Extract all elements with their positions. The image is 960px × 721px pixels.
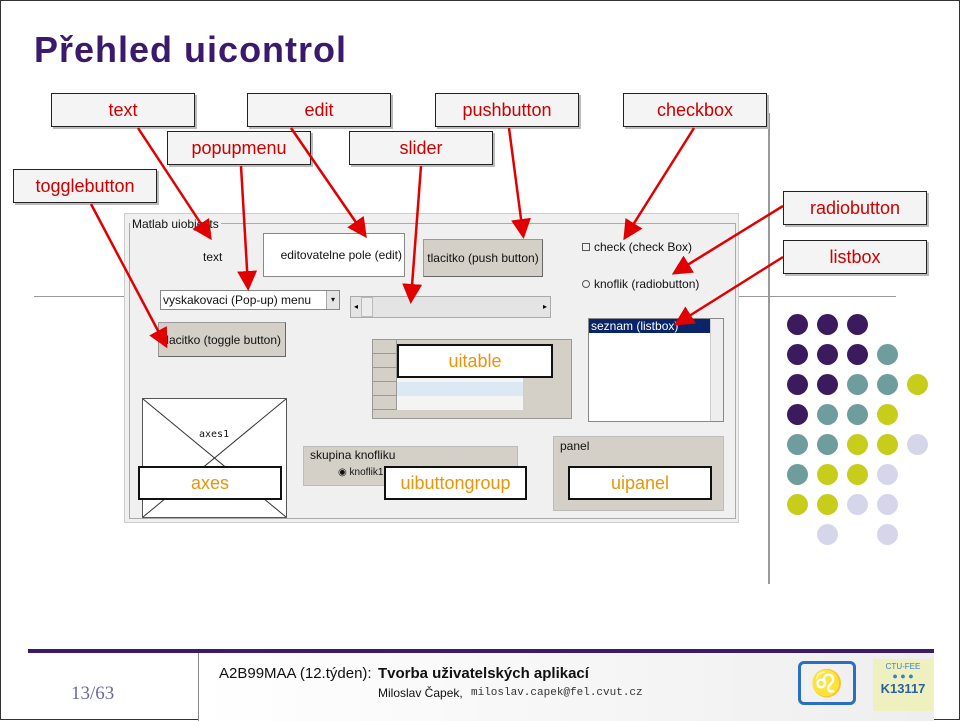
dot [847,404,868,425]
dot [787,314,808,335]
dot [787,494,808,515]
page-number: 13/63 [71,683,115,704]
dot [787,404,808,425]
email: miloslav.capek@fel.cvut.cz [471,687,643,699]
dot [787,464,808,485]
cvut-logo: ♌ [798,661,856,705]
course-code: A2B99MAA (12.týden): [219,665,372,682]
dot [817,494,838,515]
dot [787,434,808,455]
arrow-text [136,127,212,241]
dot [877,434,898,455]
dot [847,464,868,485]
arrow-pushbutton [507,127,531,239]
dot [817,314,838,335]
dot [907,374,928,395]
dot [787,374,808,395]
arrow-slider [402,165,423,304]
lecture-topic: Tvorba uživatelských aplikací [378,665,589,682]
dot [877,524,898,545]
dot [877,494,898,515]
dot [817,374,838,395]
dot [847,344,868,365]
arrow-radiobutton [671,204,784,275]
dot [877,344,898,365]
dot [847,374,868,395]
dot [847,434,868,455]
dot [817,464,838,485]
arrow-checkbox [623,127,696,241]
arrow-edit [289,127,367,239]
footer: 13/63 A2B99MAA (12.týden): Tvorba uživat… [1,649,960,721]
arrow-listbox [673,255,784,326]
dot [787,344,808,365]
dot [817,404,838,425]
arrows [89,127,784,349]
dot [877,374,898,395]
dot [907,434,928,455]
arrow-popupmenu [237,165,258,291]
arrow-togglebutton [89,203,168,349]
k13117-logo: CTU-FEE ● ● ● K13117 [873,659,933,711]
author: Miloslav Čapek, [378,686,463,700]
dot [817,344,838,365]
dot [817,434,838,455]
dot [817,524,838,545]
dot [847,494,868,515]
dot [877,464,898,485]
dot [877,404,898,425]
dot [847,314,868,335]
